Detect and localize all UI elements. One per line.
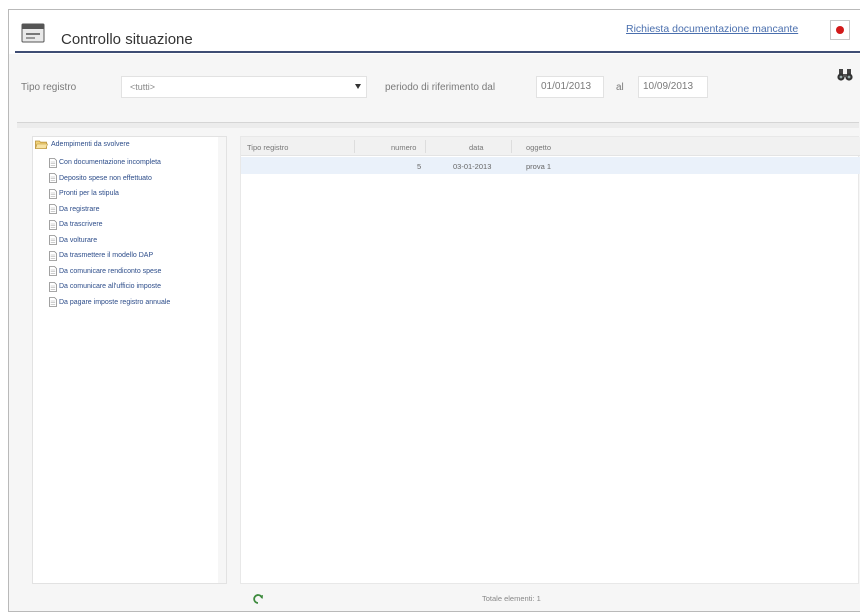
header-divider bbox=[15, 51, 860, 53]
section-divider bbox=[17, 122, 859, 128]
periodo-label: periodo di riferimento dal bbox=[385, 82, 496, 93]
chevron-down-icon bbox=[355, 84, 361, 89]
tree-item-label: Da pagare imposte registro annuale bbox=[59, 298, 171, 306]
document-icon bbox=[49, 250, 57, 261]
app-frame: Controllo situazione Richiesta documenta… bbox=[8, 9, 860, 612]
date-from-input[interactable]: 01/01/2013 bbox=[536, 76, 604, 98]
missing-docs-link[interactable]: Richiesta documentazione mancante bbox=[626, 23, 798, 35]
tree-item-label: Da trascrivere bbox=[59, 221, 103, 229]
binoculars-icon[interactable] bbox=[837, 68, 853, 82]
tree-item-label: Deposito spese non effettuato bbox=[59, 174, 152, 182]
tree-item[interactable]: Con documentazione incompleta bbox=[49, 155, 170, 171]
date-to-input[interactable]: 10/09/2013 bbox=[638, 76, 708, 98]
col-header-data[interactable]: data bbox=[469, 143, 484, 152]
document-icon bbox=[49, 297, 57, 308]
tree-item[interactable]: Da trasmettere il modello DAP bbox=[49, 248, 170, 264]
window-icon bbox=[21, 23, 45, 43]
document-icon bbox=[49, 157, 57, 168]
document-icon bbox=[49, 173, 57, 184]
col-separator bbox=[354, 140, 355, 153]
tree-scrollbar[interactable] bbox=[218, 137, 226, 583]
header: Controllo situazione Richiesta documenta… bbox=[9, 10, 860, 54]
refresh-icon[interactable] bbox=[252, 593, 264, 605]
col-header-oggetto[interactable]: oggetto bbox=[526, 143, 551, 152]
col-header-numero[interactable]: numero bbox=[391, 143, 416, 152]
tree-item[interactable]: Da pagare imposte registro annuale bbox=[49, 295, 170, 311]
tipo-registro-select[interactable]: <tutti> bbox=[121, 76, 367, 98]
exit-icon bbox=[836, 26, 844, 34]
page-title: Controllo situazione bbox=[61, 31, 193, 48]
tree-root-label: Adempimenti da svolvere bbox=[51, 141, 130, 148]
total-count: Totale elementi: 1 bbox=[482, 594, 541, 603]
al-label: al bbox=[616, 82, 624, 93]
grid-header: Tipo registro numero data oggetto bbox=[241, 137, 860, 156]
cell-data: 03-01-2013 bbox=[453, 162, 492, 171]
tree-item[interactable]: Da comunicare all'ufficio imposte bbox=[49, 279, 170, 295]
cell-numero: 5 bbox=[417, 162, 422, 171]
tree-item-label: Con documentazione incompleta bbox=[59, 159, 161, 167]
tree-item-label: Pronti per la stipula bbox=[59, 190, 119, 198]
tree-item[interactable]: Deposito spese non effettuato bbox=[49, 171, 170, 187]
results-grid: Tipo registro numero data oggetto 5 03-0… bbox=[240, 136, 860, 604]
tree-item[interactable]: Da volturare bbox=[49, 233, 170, 249]
table-row[interactable]: 5 03-01-2013 prova 1 bbox=[241, 157, 860, 174]
tree-item-label: Da trasmettere il modello DAP bbox=[59, 252, 154, 260]
adempimenti-tree: Adempimenti da svolvere Con documentazio… bbox=[32, 136, 227, 584]
tree-item[interactable]: Da registrare bbox=[49, 202, 170, 218]
tree-item[interactable]: Pronti per la stipula bbox=[49, 186, 170, 202]
document-icon bbox=[49, 266, 57, 277]
cell-oggetto: prova 1 bbox=[526, 162, 552, 171]
document-icon bbox=[49, 219, 57, 230]
tree-item[interactable]: Da trascrivere bbox=[49, 217, 170, 233]
tree-root-item[interactable]: Adempimenti da svolvere bbox=[35, 140, 130, 149]
col-separator bbox=[425, 140, 426, 153]
document-icon bbox=[49, 204, 57, 215]
tree-item-label: Da registrare bbox=[59, 205, 100, 213]
tree-item-label: Da comunicare all'ufficio imposte bbox=[59, 283, 161, 291]
tree-items: Con documentazione incompleta Deposito s… bbox=[49, 155, 170, 310]
tree-item-label: Da comunicare rendiconto spese bbox=[59, 267, 162, 275]
exit-button[interactable] bbox=[830, 20, 850, 40]
col-separator bbox=[511, 140, 512, 153]
document-icon bbox=[49, 281, 57, 292]
document-icon bbox=[49, 235, 57, 246]
tree-item-label: Da volturare bbox=[59, 236, 98, 244]
tipo-registro-label: Tipo registro bbox=[21, 82, 77, 93]
document-icon bbox=[49, 188, 57, 199]
folder-open-icon bbox=[35, 140, 48, 149]
col-header-tipo[interactable]: Tipo registro bbox=[247, 143, 288, 152]
tree-item[interactable]: Da comunicare rendiconto spese bbox=[49, 264, 170, 280]
tipo-registro-value: <tutti> bbox=[130, 82, 156, 92]
